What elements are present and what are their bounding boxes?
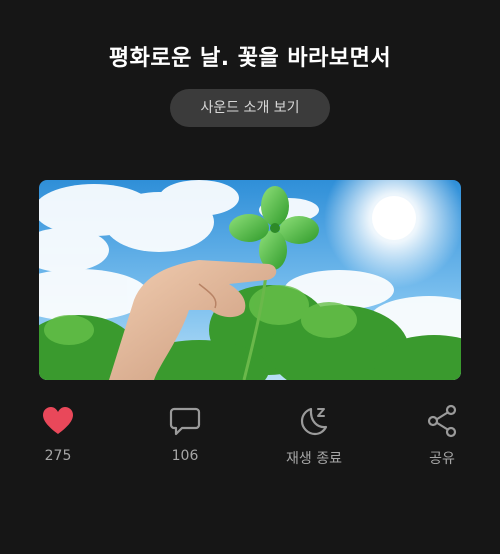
page-title: 평화로운 날. 꽃을 바라보면서 <box>108 46 392 71</box>
comment-count: 106 <box>171 448 199 464</box>
moon-sleep-icon <box>297 404 331 438</box>
hero-image <box>39 180 461 380</box>
sleep-timer-label: 재생 종료 <box>286 451 342 467</box>
sleep-timer-button[interactable]: 재생 종료 <box>264 404 364 468</box>
like-count: 275 <box>44 448 72 464</box>
action-bar: 275 106 재생 종료 공유 <box>0 404 500 474</box>
sound-intro-button[interactable]: 사운드 소개 보기 <box>170 89 330 127</box>
share-button[interactable]: 공유 <box>392 404 492 468</box>
comment-icon <box>168 404 202 438</box>
share-icon <box>425 404 459 438</box>
share-label: 공유 <box>429 451 455 467</box>
heart-icon <box>41 404 75 438</box>
comment-button[interactable]: 106 <box>135 404 235 464</box>
like-button[interactable]: 275 <box>8 404 108 464</box>
